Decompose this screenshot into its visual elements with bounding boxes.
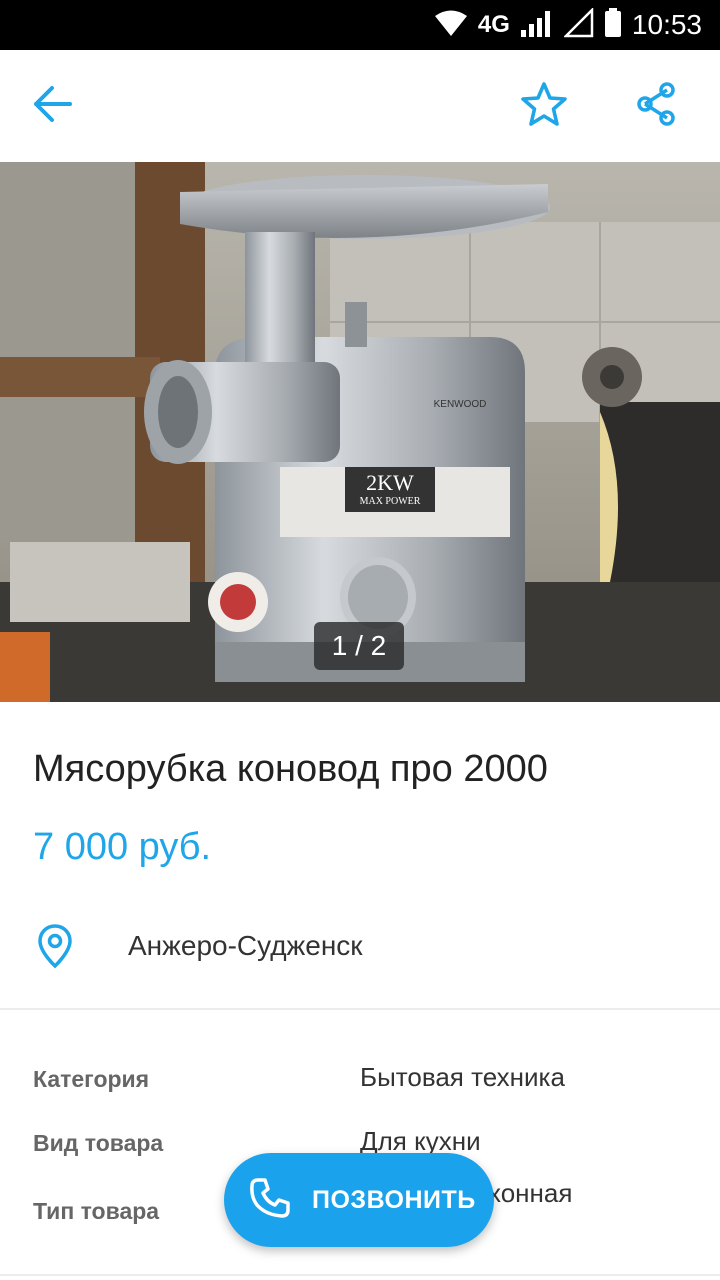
- location-text: Анжеро-Судженск: [128, 930, 363, 961]
- call-button-label: ПОЗВОНИТЬ: [312, 1185, 476, 1214]
- divider: [0, 1008, 720, 1010]
- divider-bottom: [0, 1274, 720, 1276]
- location-pin-icon: [33, 923, 77, 969]
- svg-text:KENWOOD: KENWOOD: [434, 399, 487, 410]
- battery-icon: [604, 7, 622, 43]
- share-icon: [636, 81, 676, 131]
- back-button[interactable]: [24, 78, 80, 134]
- product-photo[interactable]: 2KW MAX POWER KENWOOD: [0, 162, 720, 702]
- listing-price: 7 000 руб.: [33, 826, 212, 868]
- star-outline-icon: [520, 81, 568, 132]
- location-row[interactable]: Анжеро-Судженск: [33, 920, 693, 972]
- meat-grinder-image: 2KW MAX POWER KENWOOD: [0, 162, 720, 702]
- call-button[interactable]: ПОЗВОНИТЬ: [224, 1153, 494, 1247]
- photo-counter: 1 / 2: [314, 622, 404, 670]
- wifi-icon: [434, 9, 468, 42]
- property-label-kind: Вид товара: [33, 1130, 164, 1156]
- property-value-category: Бытовая техника: [360, 1062, 565, 1092]
- share-button[interactable]: [628, 78, 684, 134]
- property-label-category: Категория: [33, 1066, 150, 1092]
- property-value-type: хонная: [488, 1178, 573, 1208]
- favorite-button[interactable]: [516, 78, 572, 134]
- network-type: 4G: [477, 11, 510, 38]
- phone-icon: [248, 1176, 292, 1225]
- app-bar: [0, 50, 720, 162]
- listing-title: Мясорубка коновод про 2000: [33, 748, 548, 790]
- clock: 10:53: [631, 9, 702, 40]
- status-icons: 4G 10:53: [434, 0, 702, 50]
- property-label-type: Тип товара: [33, 1198, 160, 1224]
- svg-text:2KW: 2KW: [366, 470, 414, 495]
- signal-empty-icon: [562, 6, 594, 43]
- arrow-back-icon: [30, 84, 74, 129]
- status-bar: 4G 10:53: [0, 0, 720, 50]
- svg-text:MAX POWER: MAX POWER: [360, 496, 421, 507]
- signal-icon: [520, 8, 554, 43]
